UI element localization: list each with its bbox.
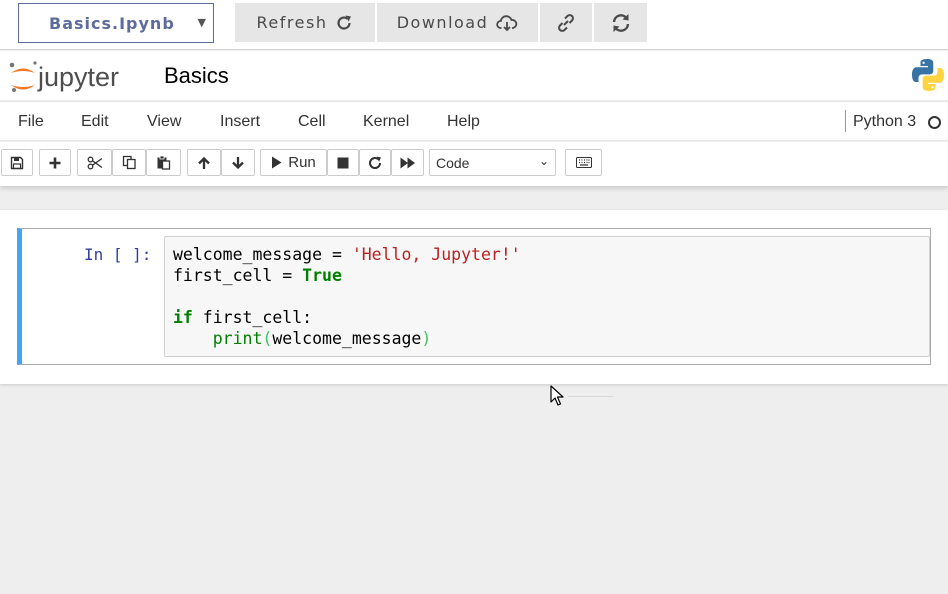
python-logo [912, 59, 944, 91]
restart-icon [369, 156, 382, 169]
kernel-name: Python 3 [853, 113, 917, 130]
sync-icon [612, 13, 629, 32]
code-token: first_cell: [192, 308, 313, 327]
cloud-download-icon [496, 14, 518, 31]
menu-help[interactable]: Help [447, 113, 480, 131]
run-label: Run [288, 154, 316, 171]
paste-button[interactable] [146, 149, 181, 176]
code-token-keyword: True [302, 266, 342, 285]
cell-type-value: Code [436, 155, 470, 171]
input-prompt: In [ ]: [84, 245, 152, 264]
link-icon [558, 13, 574, 32]
code-token-builtin: print [212, 329, 263, 348]
code-token: welcome_message = [173, 245, 352, 264]
scissors-icon [87, 156, 102, 169]
paste-icon [157, 155, 171, 170]
download-label: Download [396, 13, 489, 32]
arrow-down-icon [232, 156, 244, 169]
plus-icon [49, 157, 61, 168]
fast-forward-icon [400, 157, 415, 168]
code-token: welcome_message [272, 329, 422, 348]
refresh-label: Refresh [256, 13, 328, 32]
mouse-pointer-icon [550, 385, 564, 406]
menu-file[interactable]: File [18, 113, 44, 131]
notebook-header: jupyter Basics [0, 51, 948, 100]
stop-icon [337, 157, 349, 168]
code-text: welcome_message = 'Hello, Jupyter!' firs… [173, 244, 521, 349]
move-down-button[interactable] [221, 149, 255, 176]
cut-button[interactable] [77, 149, 112, 176]
refresh-icon [337, 15, 352, 30]
notebook-container: In [ ]: welcome_message = 'Hello, Jupyte… [0, 210, 948, 384]
play-icon [272, 156, 282, 169]
sync-button[interactable] [594, 3, 647, 42]
menu-view[interactable]: View [147, 113, 181, 131]
kernel-idle-indicator [928, 116, 941, 129]
code-token-keyword: if [173, 308, 193, 327]
jupyter-logo[interactable]: jupyter [8, 57, 143, 95]
code-cell[interactable]: In [ ]: welcome_message = 'Hello, Jupyte… [17, 228, 931, 365]
code-token-paren: ) [421, 329, 432, 348]
notebook-title[interactable]: Basics [164, 63, 229, 89]
code-token: first_cell = [173, 266, 303, 285]
control-bar: Basics.Ipynb ▼ Refresh Download [0, 0, 948, 50]
menu-edit[interactable]: Edit [81, 113, 109, 131]
interrupt-button[interactable] [327, 149, 359, 176]
copy-button[interactable] [112, 149, 146, 176]
save-icon [10, 156, 24, 169]
restart-run-all-button[interactable] [391, 149, 424, 176]
code-token-string: 'Hello, Jupyter!' [351, 245, 521, 264]
cursor-trail [568, 396, 613, 397]
jupyter-logo-text: jupyter [37, 62, 119, 92]
insert-cell-button[interactable] [39, 149, 71, 176]
restart-button[interactable] [359, 149, 391, 176]
kernel-separator [845, 110, 846, 132]
menu-cell[interactable]: Cell [298, 113, 326, 131]
save-button[interactable] [1, 149, 33, 176]
menu-kernel[interactable]: Kernel [363, 113, 409, 131]
notebook-file-select[interactable]: Basics.Ipynb ▼ [18, 3, 214, 43]
download-button[interactable]: Download [377, 3, 538, 42]
chevron-down-icon: ▼ [197, 16, 206, 29]
notebook-toolbar: Run Code ⌄ [0, 142, 948, 186]
code-token-paren: ( [262, 329, 273, 348]
keyboard-icon [575, 157, 592, 168]
refresh-button[interactable]: Refresh [235, 3, 375, 42]
cell-type-select[interactable]: Code ⌄ [429, 149, 556, 176]
share-link-button[interactable] [540, 3, 592, 42]
command-palette-button[interactable] [565, 149, 602, 176]
chevron-down-icon: ⌄ [538, 154, 549, 168]
code-editor[interactable]: welcome_message = 'Hello, Jupyter!' firs… [164, 236, 930, 357]
arrow-up-icon [198, 156, 210, 169]
copy-icon [122, 155, 136, 170]
run-button[interactable]: Run [260, 149, 327, 176]
menubar: File Edit View Insert Cell Kernel Help P… [0, 101, 948, 141]
move-up-button[interactable] [187, 149, 221, 176]
file-select-value: Basics.Ipynb [49, 13, 175, 33]
menu-insert[interactable]: Insert [220, 113, 260, 131]
